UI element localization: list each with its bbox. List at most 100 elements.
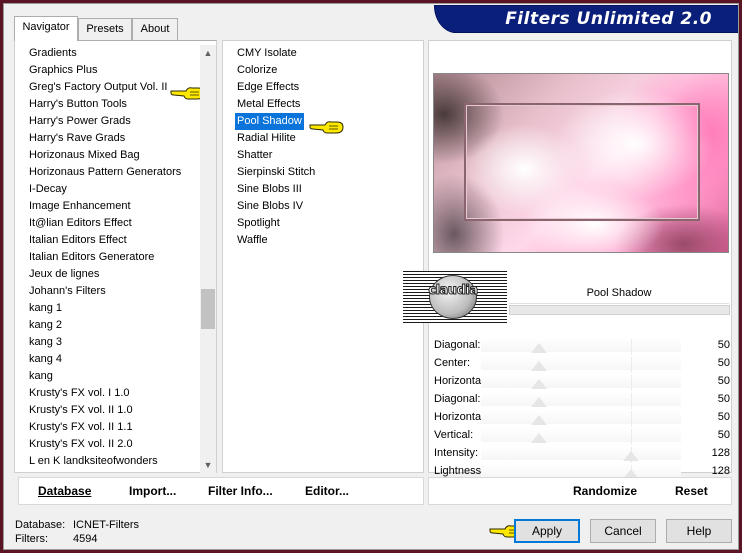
help-button[interactable]: Help <box>666 519 732 543</box>
filter-item[interactable]: Spotlight <box>235 215 317 232</box>
slider-track[interactable] <box>481 356 681 373</box>
slider-track[interactable] <box>481 410 681 427</box>
slider-center-mark <box>631 411 632 427</box>
slider-row[interactable]: Horizontal: 50 <box>429 372 733 391</box>
slider-label: Horizontal: <box>434 375 487 387</box>
filter-item-selected[interactable]: Pool Shadow <box>235 113 304 130</box>
slider-thumb[interactable] <box>531 379 547 389</box>
status-database: Database: ICNET-Filters <box>15 518 139 532</box>
category-list[interactable]: Gradients Graphics Plus Greg's Factory O… <box>27 45 183 470</box>
title-banner: Filters Unlimited 2.0 <box>434 5 738 33</box>
category-item[interactable]: Horizonaus Mixed Bag <box>27 147 183 164</box>
filter-item[interactable]: Metal Effects <box>235 96 317 113</box>
category-item[interactable]: Krusty's FX vol. I 1.0 <box>27 385 183 402</box>
slider-label: Lightness: <box>434 465 485 477</box>
slider-row[interactable]: Vertical: 50 <box>429 426 733 445</box>
category-item[interactable]: Krusty's FX vol. II 1.0 <box>27 402 183 419</box>
filter-item[interactable]: Sierpinski Stitch <box>235 164 317 181</box>
preview-image <box>433 73 729 253</box>
slider-track[interactable] <box>481 428 681 445</box>
slider-track[interactable] <box>481 446 681 463</box>
import-button[interactable]: Import... <box>129 484 176 498</box>
filter-item[interactable]: Colorize <box>235 62 317 79</box>
category-item[interactable]: Krusty's FX vol. II 2.0 <box>27 436 183 453</box>
filter-list-panel: CMY Isolate Colorize Edge Effects Metal … <box>222 40 424 473</box>
tab-navigator[interactable]: Navigator <box>14 16 78 41</box>
category-item[interactable]: I-Decay <box>27 181 183 198</box>
category-item[interactable]: Graphics Plus <box>27 62 183 79</box>
category-item-selected[interactable]: Greg's Factory Output Vol. II <box>27 79 183 96</box>
scroll-up-icon[interactable]: ▲ <box>200 45 216 61</box>
category-item[interactable]: Johann's Filters <box>27 283 183 300</box>
category-item[interactable]: Krusty's FX vol. II 1.1 <box>27 419 183 436</box>
reset-button[interactable]: Reset <box>675 484 708 498</box>
slider-thumb[interactable] <box>531 397 547 407</box>
slider-track[interactable] <box>481 464 681 481</box>
category-item[interactable]: Jeux de lignes <box>27 266 183 283</box>
category-item[interactable]: Italian Editors Generatore <box>27 249 183 266</box>
slider-row[interactable]: Diagonal: 50 <box>429 336 733 355</box>
category-item[interactable]: Italian Editors Effect <box>27 232 183 249</box>
slider-value: 128 <box>711 465 730 477</box>
slider-label: Vertical: <box>434 429 474 441</box>
watermark-logo: claudia <box>403 271 507 323</box>
filter-item[interactable]: Edge Effects <box>235 79 317 96</box>
category-item[interactable]: kang 4 <box>27 351 183 368</box>
category-item[interactable]: Harry's Rave Grads <box>27 130 183 147</box>
logo-text: claudia <box>428 283 479 299</box>
category-item[interactable]: kang <box>27 368 183 385</box>
slider-label: Center: <box>434 357 471 369</box>
category-scrollbar[interactable]: ▲ ▼ <box>200 45 216 473</box>
category-item[interactable]: Gradients <box>27 45 183 62</box>
slider-track[interactable] <box>481 392 681 409</box>
filter-item[interactable]: Waffle <box>235 232 317 249</box>
slider-value: 128 <box>711 447 730 459</box>
status-filters-value: 4594 <box>73 533 98 545</box>
category-item[interactable]: kang 1 <box>27 300 183 317</box>
category-item[interactable]: It@lian Editors Effect <box>27 215 183 232</box>
category-item[interactable]: Harry's Button Tools <box>27 96 183 113</box>
slider-center-mark <box>631 339 632 355</box>
slider-row[interactable]: Diagonal: 50 <box>429 390 733 409</box>
category-item[interactable]: Image Enhancement <box>27 198 183 215</box>
scroll-thumb[interactable] <box>201 289 215 329</box>
slider-thumb[interactable] <box>531 433 547 443</box>
category-list-panel: Gradients Graphics Plus Greg's Factory O… <box>14 40 217 473</box>
slider-thumb[interactable] <box>531 415 547 425</box>
editor-button[interactable]: Editor... <box>305 484 349 498</box>
database-button[interactable]: Database <box>38 484 91 498</box>
slider-row[interactable]: Horizontal: 50 <box>429 408 733 427</box>
slider-track[interactable] <box>481 338 681 355</box>
cancel-button[interactable]: Cancel <box>590 519 656 543</box>
apply-button[interactable]: Apply <box>514 519 580 543</box>
slider-value: 50 <box>717 429 730 441</box>
filter-item[interactable]: Radial Hilite <box>235 130 317 147</box>
category-item[interactable]: Harry's Power Grads <box>27 113 183 130</box>
slider-thumb[interactable] <box>623 451 639 461</box>
preview-frame <box>464 103 700 221</box>
tab-about[interactable]: About <box>132 18 178 40</box>
filter-item[interactable]: Sine Blobs III <box>235 181 317 198</box>
category-item[interactable]: kang 2 <box>27 317 183 334</box>
filter-item[interactable]: CMY Isolate <box>235 45 317 62</box>
slider-value: 50 <box>717 339 730 351</box>
category-item[interactable]: kang 3 <box>27 334 183 351</box>
filter-info-button[interactable]: Filter Info... <box>208 484 273 498</box>
category-item[interactable]: Horizonaus Pattern Generators <box>27 164 183 181</box>
filter-item[interactable]: Shatter <box>235 147 317 164</box>
window-title: Filters Unlimited 2.0 <box>505 9 712 29</box>
randomize-button[interactable]: Randomize <box>573 484 637 498</box>
tab-presets[interactable]: Presets <box>78 18 132 40</box>
filter-list[interactable]: CMY Isolate Colorize Edge Effects Metal … <box>235 45 317 249</box>
category-item[interactable]: L en K landksiteofwonders <box>27 453 183 470</box>
slider-label: Diagonal: <box>434 339 481 351</box>
slider-thumb[interactable] <box>531 361 547 371</box>
slider-row[interactable]: Center: 50 <box>429 354 733 373</box>
slider-thumb[interactable] <box>531 343 547 353</box>
slider-track[interactable] <box>481 374 681 391</box>
scroll-down-icon[interactable]: ▼ <box>200 457 216 473</box>
slider-row[interactable]: Intensity: 128 <box>429 444 733 463</box>
filter-item[interactable]: Sine Blobs IV <box>235 198 317 215</box>
slider-center-mark <box>631 429 632 445</box>
filter-info-button-label: Filter Info... <box>208 484 273 498</box>
